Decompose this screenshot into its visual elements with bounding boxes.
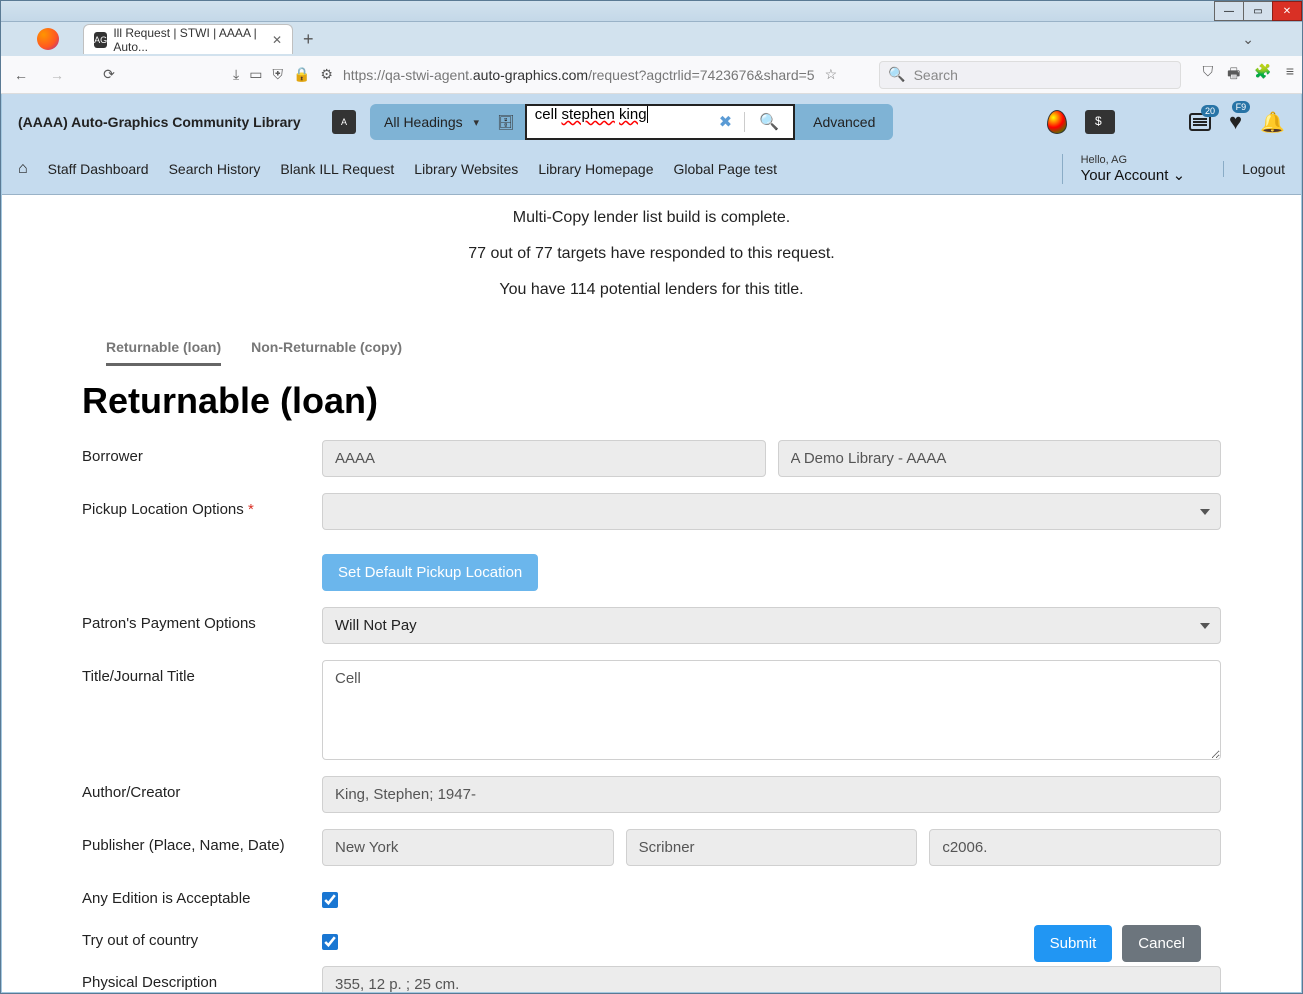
tryout-label: Try out of country <box>82 924 322 949</box>
nav-global-page-test[interactable]: Global Page test <box>673 161 777 177</box>
shield-icon[interactable]: ⛨ <box>272 66 283 83</box>
pickup-location-select[interactable] <box>322 493 1221 530</box>
physdesc-field[interactable] <box>322 966 1221 992</box>
set-default-pickup-button[interactable]: Set Default Pickup Location <box>322 554 538 591</box>
new-tab-button[interactable]: + <box>303 29 314 50</box>
request-type-tabs: Returnable (loan) Non-Returnable (copy) <box>106 339 1221 366</box>
tryout-checkbox[interactable] <box>322 934 338 950</box>
favorites-badge: F9 <box>1232 101 1251 113</box>
auction-icon[interactable] <box>1085 110 1115 134</box>
browser-toolbar: ← → ⟳ ⤓ ▭ ⛨ 🔒 ⚙ https://qa-stwi-agent.au… <box>1 56 1302 94</box>
print-icon[interactable]: 🖶 <box>1227 63 1240 87</box>
balloon-icon[interactable] <box>1047 110 1067 134</box>
language-icon[interactable]: A <box>332 110 356 134</box>
clear-search-button[interactable]: ✖ <box>707 112 744 132</box>
search-icon: 🔍 <box>888 66 905 83</box>
publisher-name-field[interactable] <box>626 829 918 866</box>
anyedition-checkbox[interactable] <box>322 892 338 908</box>
url-bar[interactable]: https://qa-stwi-agent.auto-graphics.com/… <box>343 67 815 83</box>
payment-select[interactable]: Will Not Pay <box>322 607 1221 644</box>
back-button[interactable]: ← <box>9 63 33 87</box>
nav-blank-ill-request[interactable]: Blank ILL Request <box>280 161 394 177</box>
form-actions: Submit Cancel <box>1034 925 1201 962</box>
tab-returnable[interactable]: Returnable (loan) <box>106 339 221 366</box>
library-name: (AAAA) Auto-Graphics Community Library <box>18 113 318 131</box>
nav-library-homepage[interactable]: Library Homepage <box>538 161 653 177</box>
list-button[interactable]: 20 <box>1189 113 1211 131</box>
browser-search-box[interactable]: 🔍 Search <box>879 61 1181 89</box>
publisher-date-field[interactable] <box>929 829 1221 866</box>
author-field[interactable] <box>322 776 1221 813</box>
author-label: Author/Creator <box>82 776 322 801</box>
borrower-code-field[interactable] <box>322 440 766 477</box>
tab-close-button[interactable]: ✕ <box>272 33 282 47</box>
payment-label: Patron's Payment Options <box>82 607 322 632</box>
permissions-icon[interactable]: ⚙ <box>320 66 333 83</box>
logout-link[interactable]: Logout <box>1223 161 1285 177</box>
account-label: Your Account <box>1081 167 1169 184</box>
window-maximize-button[interactable]: ▭ <box>1243 1 1273 21</box>
search-cluster: All Headings 🗄 cell stephen king ✖ 🔍 Adv… <box>370 104 893 140</box>
anyedition-label: Any Edition is Acceptable <box>82 882 322 907</box>
tab-title: Ill Request | STWI | AAAA | Auto... <box>113 26 264 54</box>
forward-button[interactable]: → <box>45 63 69 87</box>
window-close-button[interactable]: ✕ <box>1272 1 1302 21</box>
app-header: (AAAA) Auto-Graphics Community Library A… <box>2 94 1301 150</box>
status-line-2: 77 out of 77 targets have responded to t… <box>82 245 1221 263</box>
account-menu[interactable]: Hello, AG Your Account ⌄ <box>1062 154 1204 184</box>
title-label: Title/Journal Title <box>82 660 322 685</box>
browser-tabstrip: AG Ill Request | STWI | AAAA | Auto... ✕… <box>1 22 1302 56</box>
advanced-search-button[interactable]: Advanced <box>795 104 893 140</box>
window-titlebar: — ▭ ✕ <box>1 1 1302 22</box>
status-line-1: Multi-Copy lender list build is complete… <box>82 209 1221 227</box>
borrower-label: Borrower <box>82 440 322 465</box>
content-area: Multi-Copy lender list build is complete… <box>2 195 1301 992</box>
cancel-button[interactable]: Cancel <box>1122 925 1201 962</box>
status-line-3: You have 114 potential lenders for this … <box>82 281 1221 299</box>
physdesc-label: Physical Description <box>82 966 322 991</box>
bell-icon[interactable]: 🔔 <box>1260 110 1285 135</box>
page-title: Returnable (loan) <box>82 380 1221 422</box>
lock-icon[interactable]: 🔒 <box>293 66 310 83</box>
app-nav: ⌂ Staff Dashboard Search History Blank I… <box>2 150 1301 195</box>
firefox-icon <box>37 28 59 50</box>
bookmark-star-icon[interactable]: ☆ <box>825 66 838 83</box>
submit-button[interactable]: Submit <box>1034 925 1113 962</box>
menu-icon[interactable]: ≡ <box>1286 63 1294 87</box>
tab-favicon-icon: AG <box>94 32 107 48</box>
url-prefix: https://qa-stwi-agent. <box>343 67 473 83</box>
pickup-label: Pickup Location Options * <box>82 493 322 518</box>
search-input[interactable]: cell stephen king <box>527 106 707 138</box>
publisher-place-field[interactable] <box>322 829 614 866</box>
container-icon[interactable]: ▭ <box>249 66 262 83</box>
extensions-icon[interactable]: 🧩 <box>1254 63 1271 87</box>
url-domain: auto-graphics.com <box>473 67 588 83</box>
nav-staff-dashboard[interactable]: Staff Dashboard <box>48 161 149 177</box>
url-suffix: /request?agctrlid=7423676&shard=5 <box>588 67 815 83</box>
tab-nonreturnable[interactable]: Non-Returnable (copy) <box>251 339 402 366</box>
tabs-overflow-icon[interactable]: ⌄ <box>1242 31 1254 48</box>
home-icon[interactable]: ⌂ <box>18 160 28 178</box>
pin-icon[interactable]: ⤓ <box>233 66 239 83</box>
chevron-down-icon: ⌄ <box>1173 167 1186 184</box>
nav-library-websites[interactable]: Library Websites <box>414 161 518 177</box>
browser-tab-active[interactable]: AG Ill Request | STWI | AAAA | Auto... ✕ <box>83 24 293 54</box>
reload-button[interactable]: ⟳ <box>97 63 121 87</box>
browser-search-placeholder: Search <box>914 67 958 83</box>
pocket-icon[interactable]: ⛉ <box>1203 63 1214 87</box>
headings-select[interactable]: All Headings <box>370 114 487 130</box>
title-textarea[interactable]: Cell <box>322 660 1221 760</box>
publisher-label: Publisher (Place, Name, Date) <box>82 829 322 854</box>
borrower-name-field[interactable] <box>778 440 1222 477</box>
database-icon[interactable]: 🗄 <box>487 114 525 131</box>
list-badge: 20 <box>1201 105 1219 117</box>
window-minimize-button[interactable]: — <box>1214 1 1244 21</box>
search-go-button[interactable]: 🔍 <box>744 112 793 132</box>
account-hello: Hello, AG <box>1081 154 1186 166</box>
favorites-button[interactable]: ♥ F9 <box>1229 109 1242 135</box>
nav-search-history[interactable]: Search History <box>169 161 261 177</box>
